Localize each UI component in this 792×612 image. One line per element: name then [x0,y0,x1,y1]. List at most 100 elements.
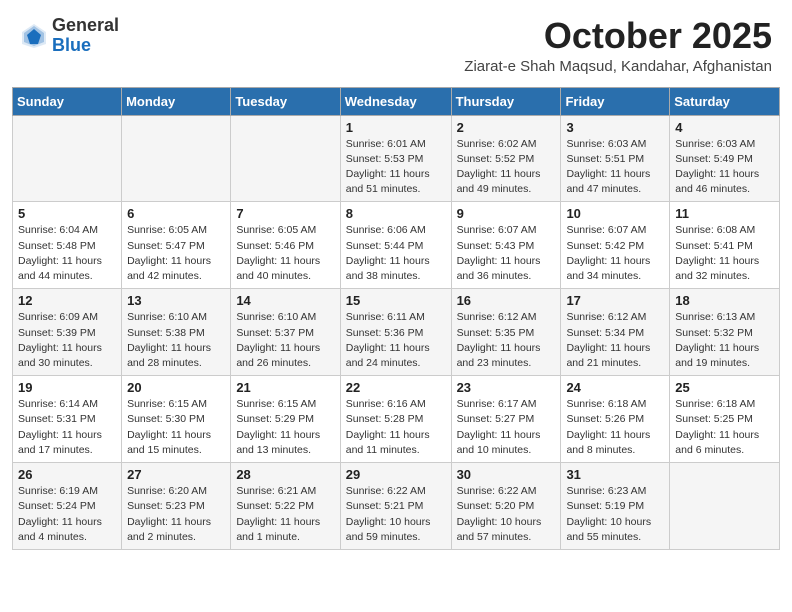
day-number: 13 [127,293,225,308]
calendar-day-cell: 14 Sunrise: 6:10 AM Sunset: 5:37 PM Dayli… [231,289,340,376]
day-number: 22 [346,380,446,395]
day-info: Sunrise: 6:09 AM Sunset: 5:39 PM Dayligh… [18,310,116,371]
day-info: Sunrise: 6:23 AM Sunset: 5:19 PM Dayligh… [566,484,664,545]
day-info: Sunrise: 6:04 AM Sunset: 5:48 PM Dayligh… [18,223,116,284]
day-number: 2 [457,120,556,135]
col-header-wednesday: Wednesday [340,87,451,115]
col-header-saturday: Saturday [670,87,780,115]
calendar-week-row: 1 Sunrise: 6:01 AM Sunset: 5:53 PM Daylig… [13,115,780,202]
day-info: Sunrise: 6:16 AM Sunset: 5:28 PM Dayligh… [346,397,446,458]
day-info: Sunrise: 6:03 AM Sunset: 5:51 PM Dayligh… [566,137,664,198]
logo-general: General [52,16,119,36]
day-info: Sunrise: 6:07 AM Sunset: 5:43 PM Dayligh… [457,223,556,284]
calendar-day-cell: 27 Sunrise: 6:20 AM Sunset: 5:23 PM Dayli… [122,463,231,550]
calendar-day-cell: 15 Sunrise: 6:11 AM Sunset: 5:36 PM Dayli… [340,289,451,376]
day-number: 30 [457,467,556,482]
calendar-day-cell: 20 Sunrise: 6:15 AM Sunset: 5:30 PM Dayli… [122,376,231,463]
day-info: Sunrise: 6:12 AM Sunset: 5:34 PM Dayligh… [566,310,664,371]
day-info: Sunrise: 6:01 AM Sunset: 5:53 PM Dayligh… [346,137,446,198]
logo-blue: Blue [52,36,119,56]
day-number: 6 [127,206,225,221]
day-number: 18 [675,293,774,308]
day-info: Sunrise: 6:14 AM Sunset: 5:31 PM Dayligh… [18,397,116,458]
calendar-week-row: 12Sunrise: 6:09 AM Sunset: 5:39 PM Dayli… [13,289,780,376]
calendar-header-row: SundayMondayTuesdayWednesdayThursdayFrid… [13,87,780,115]
day-number: 10 [566,206,664,221]
day-info: Sunrise: 6:17 AM Sunset: 5:27 PM Dayligh… [457,397,556,458]
day-number: 17 [566,293,664,308]
day-number: 23 [457,380,556,395]
day-info: Sunrise: 6:22 AM Sunset: 5:20 PM Dayligh… [457,484,556,545]
calendar-day-cell: 18 Sunrise: 6:13 AM Sunset: 5:32 PM Dayli… [670,289,780,376]
day-number: 1 [346,120,446,135]
calendar-week-row: 5Sunrise: 6:04 AM Sunset: 5:48 PM Daylig… [13,202,780,289]
day-number: 28 [236,467,334,482]
calendar-day-cell: 28 Sunrise: 6:21 AM Sunset: 5:22 PM Dayli… [231,463,340,550]
day-info: Sunrise: 6:22 AM Sunset: 5:21 PM Dayligh… [346,484,446,545]
day-number: 3 [566,120,664,135]
day-info: Sunrise: 6:10 AM Sunset: 5:38 PM Dayligh… [127,310,225,371]
calendar-day-cell: 11 Sunrise: 6:08 AM Sunset: 5:41 PM Dayli… [670,202,780,289]
day-info: Sunrise: 6:11 AM Sunset: 5:36 PM Dayligh… [346,310,446,371]
day-number: 27 [127,467,225,482]
col-header-thursday: Thursday [451,87,561,115]
month-title: October 2025 [464,16,772,56]
day-number: 14 [236,293,334,308]
calendar-day-cell: 13 Sunrise: 6:10 AM Sunset: 5:38 PM Dayli… [122,289,231,376]
day-number: 15 [346,293,446,308]
col-header-monday: Monday [122,87,231,115]
day-number: 8 [346,206,446,221]
col-header-tuesday: Tuesday [231,87,340,115]
title-block: October 2025 Ziarat-e Shah Maqsud, Kanda… [464,16,772,75]
day-info: Sunrise: 6:19 AM Sunset: 5:24 PM Dayligh… [18,484,116,545]
day-info: Sunrise: 6:21 AM Sunset: 5:22 PM Dayligh… [236,484,334,545]
day-info: Sunrise: 6:15 AM Sunset: 5:30 PM Dayligh… [127,397,225,458]
day-info: Sunrise: 6:12 AM Sunset: 5:35 PM Dayligh… [457,310,556,371]
day-info: Sunrise: 6:18 AM Sunset: 5:26 PM Dayligh… [566,397,664,458]
page-header: General Blue October 2025 Ziarat-e Shah … [0,0,792,79]
calendar-day-cell: 9Sunrise: 6:07 AM Sunset: 5:43 PM Daylig… [451,202,561,289]
calendar-week-row: 26Sunrise: 6:19 AM Sunset: 5:24 PM Dayli… [13,463,780,550]
day-info: Sunrise: 6:07 AM Sunset: 5:42 PM Dayligh… [566,223,664,284]
calendar-day-cell: 3 Sunrise: 6:03 AM Sunset: 5:51 PM Daylig… [561,115,670,202]
calendar-day-cell: 12Sunrise: 6:09 AM Sunset: 5:39 PM Dayli… [13,289,122,376]
day-info: Sunrise: 6:20 AM Sunset: 5:23 PM Dayligh… [127,484,225,545]
calendar-day-cell: 31Sunrise: 6:23 AM Sunset: 5:19 PM Dayli… [561,463,670,550]
calendar-day-cell: 16 Sunrise: 6:12 AM Sunset: 5:35 PM Dayli… [451,289,561,376]
calendar-day-cell [122,115,231,202]
calendar-day-cell: 6 Sunrise: 6:05 AM Sunset: 5:47 PM Daylig… [122,202,231,289]
day-number: 29 [346,467,446,482]
day-info: Sunrise: 6:06 AM Sunset: 5:44 PM Dayligh… [346,223,446,284]
day-number: 16 [457,293,556,308]
day-info: Sunrise: 6:05 AM Sunset: 5:47 PM Dayligh… [127,223,225,284]
calendar-day-cell: 10 Sunrise: 6:07 AM Sunset: 5:42 PM Dayli… [561,202,670,289]
location: Ziarat-e Shah Maqsud, Kandahar, Afghanis… [464,58,772,75]
calendar-day-cell: 29 Sunrise: 6:22 AM Sunset: 5:21 PM Dayli… [340,463,451,550]
calendar-day-cell [13,115,122,202]
calendar-day-cell [670,463,780,550]
calendar-day-cell: 4 Sunrise: 6:03 AM Sunset: 5:49 PM Daylig… [670,115,780,202]
day-number: 21 [236,380,334,395]
calendar-day-cell: 5Sunrise: 6:04 AM Sunset: 5:48 PM Daylig… [13,202,122,289]
calendar-day-cell: 25 Sunrise: 6:18 AM Sunset: 5:25 PM Dayli… [670,376,780,463]
calendar-day-cell: 8 Sunrise: 6:06 AM Sunset: 5:44 PM Daylig… [340,202,451,289]
calendar-day-cell: 23 Sunrise: 6:17 AM Sunset: 5:27 PM Dayli… [451,376,561,463]
logo-icon [20,22,48,50]
day-info: Sunrise: 6:08 AM Sunset: 5:41 PM Dayligh… [675,223,774,284]
col-header-friday: Friday [561,87,670,115]
day-info: Sunrise: 6:18 AM Sunset: 5:25 PM Dayligh… [675,397,774,458]
logo: General Blue [20,16,119,56]
day-number: 19 [18,380,116,395]
calendar-day-cell: 2Sunrise: 6:02 AM Sunset: 5:52 PM Daylig… [451,115,561,202]
day-info: Sunrise: 6:13 AM Sunset: 5:32 PM Dayligh… [675,310,774,371]
day-number: 11 [675,206,774,221]
day-info: Sunrise: 6:03 AM Sunset: 5:49 PM Dayligh… [675,137,774,198]
day-info: Sunrise: 6:10 AM Sunset: 5:37 PM Dayligh… [236,310,334,371]
calendar-day-cell: 19 Sunrise: 6:14 AM Sunset: 5:31 PM Dayli… [13,376,122,463]
day-number: 20 [127,380,225,395]
calendar-day-cell: 24Sunrise: 6:18 AM Sunset: 5:26 PM Dayli… [561,376,670,463]
day-number: 25 [675,380,774,395]
calendar-day-cell [231,115,340,202]
col-header-sunday: Sunday [13,87,122,115]
day-number: 4 [675,120,774,135]
